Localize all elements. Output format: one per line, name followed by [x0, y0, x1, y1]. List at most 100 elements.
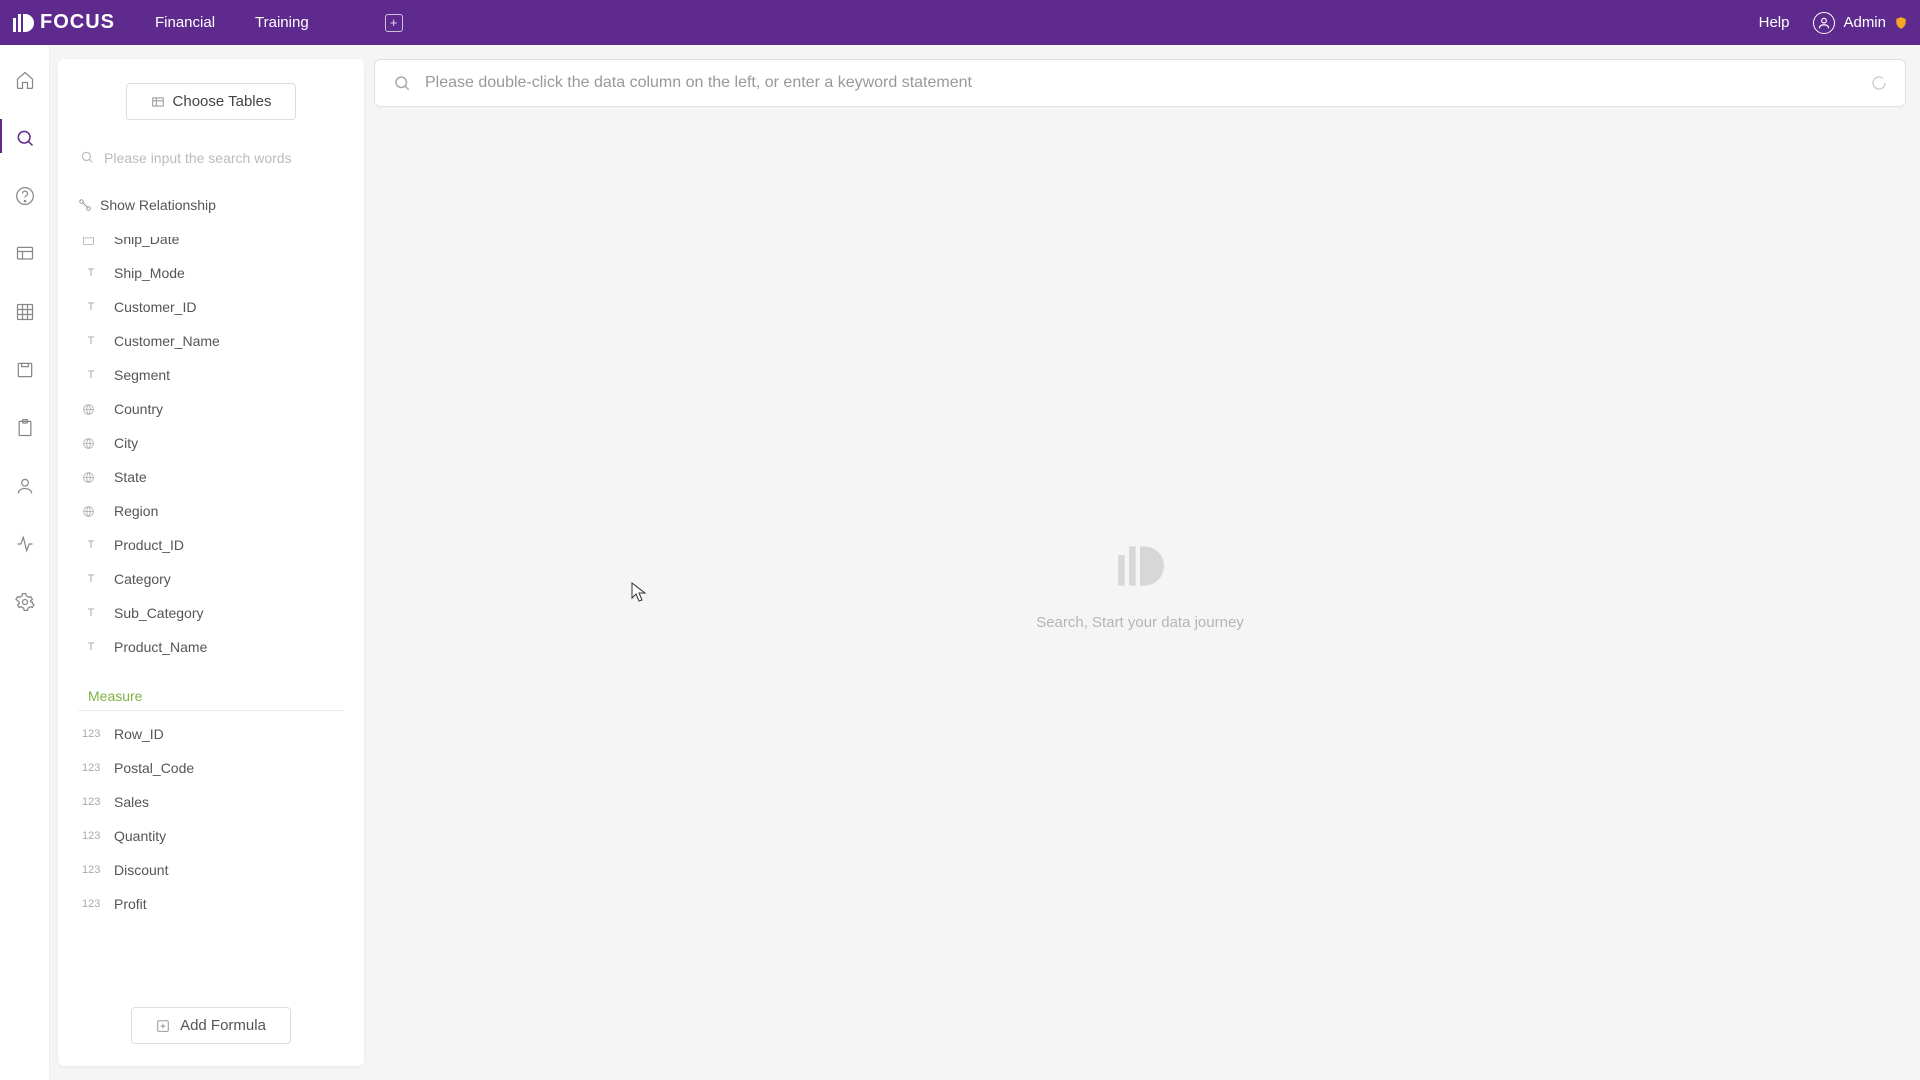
- column-name: Segment: [114, 367, 170, 383]
- num-type-icon: 123: [82, 898, 100, 910]
- text-type-icon: T: [82, 573, 100, 585]
- column-name: Product_Name: [114, 639, 207, 655]
- add-tab-button[interactable]: +: [385, 14, 403, 32]
- dimension-item[interactable]: T Customer_Name: [72, 324, 350, 358]
- text-type-icon: T: [82, 335, 100, 347]
- user-name: Admin: [1843, 14, 1886, 31]
- column-name: State: [114, 469, 147, 485]
- choose-tables-button[interactable]: Choose Tables: [126, 83, 297, 120]
- column-name: Country: [114, 401, 163, 417]
- dimension-item[interactable]: City: [72, 426, 350, 460]
- measure-item[interactable]: 123 Quantity: [72, 819, 350, 853]
- text-type-icon: T: [82, 641, 100, 653]
- measure-item[interactable]: 123 Postal_Code: [72, 751, 350, 785]
- column-name: Ship_Date: [114, 237, 179, 247]
- column-name: Profit: [114, 896, 147, 912]
- num-type-icon: 123: [82, 762, 100, 774]
- add-formula-button[interactable]: Add Formula: [131, 1007, 291, 1044]
- column-name: Product_ID: [114, 537, 184, 553]
- column-name: Sales: [114, 794, 149, 810]
- num-type-icon: 123: [82, 796, 100, 808]
- measure-item[interactable]: 123 Profit: [72, 887, 350, 921]
- column-name: Customer_ID: [114, 299, 196, 315]
- table-icon: [151, 95, 165, 109]
- column-name: Row_ID: [114, 726, 164, 742]
- relationship-icon: [78, 198, 92, 212]
- nav-grid-icon[interactable]: [14, 301, 36, 323]
- column-name: City: [114, 435, 138, 451]
- num-type-icon: 123: [82, 728, 100, 740]
- plus-square-icon: [156, 1019, 170, 1033]
- choose-tables-label: Choose Tables: [173, 93, 272, 110]
- user-menu[interactable]: Admin: [1813, 12, 1908, 34]
- nav-archive-icon[interactable]: [14, 359, 36, 381]
- canvas-empty: Search, Start your data journey: [374, 107, 1906, 1066]
- help-link[interactable]: Help: [1759, 14, 1790, 31]
- search-icon: [80, 150, 94, 164]
- num-type-icon: 123: [82, 864, 100, 876]
- body: Choose Tables Show Relationship Ship_Dat…: [0, 45, 1920, 1080]
- topbar-right: Help Admin: [1759, 12, 1908, 34]
- brand-name: FOCUS: [40, 11, 115, 34]
- shield-icon: [1894, 16, 1908, 30]
- column-name: Category: [114, 571, 171, 587]
- iconbar: [0, 45, 50, 1080]
- nav-home-icon[interactable]: [14, 69, 36, 91]
- dimension-item[interactable]: Country: [72, 392, 350, 426]
- column-name: Region: [114, 503, 158, 519]
- dimension-item[interactable]: Ship_Date: [72, 237, 350, 256]
- geo-type-icon: [82, 403, 100, 416]
- empty-state-text: Search, Start your data journey: [1036, 614, 1244, 631]
- loading-icon: [1871, 75, 1887, 91]
- dimension-item[interactable]: T Ship_Mode: [72, 256, 350, 290]
- search-icon: [393, 74, 411, 92]
- dimension-item[interactable]: T Category: [72, 562, 350, 596]
- brand-logo: FOCUS: [12, 11, 115, 34]
- measure-item[interactable]: 123 Discount: [72, 853, 350, 887]
- topbar: FOCUS Financial Training + Help Admin: [0, 0, 1920, 45]
- nav-dashboard-icon[interactable]: [14, 243, 36, 265]
- topnav: Financial Training +: [155, 14, 403, 32]
- add-formula-label: Add Formula: [180, 1017, 266, 1034]
- measure-section-header: Measure: [78, 670, 344, 711]
- logo-watermark-icon: [1116, 542, 1164, 590]
- dimension-item[interactable]: TSub_Category: [72, 596, 350, 630]
- dimension-item[interactable]: State: [72, 460, 350, 494]
- num-type-icon: 123: [82, 830, 100, 842]
- measure-item[interactable]: 123 Sales: [72, 785, 350, 819]
- topnav-item-financial[interactable]: Financial: [155, 14, 215, 32]
- column-name: Ship_Mode: [114, 265, 185, 281]
- geo-type-icon: [82, 505, 100, 518]
- sidepanel-search-input[interactable]: [78, 144, 344, 173]
- text-type-icon: T: [82, 267, 100, 279]
- nav-settings-icon[interactable]: [14, 591, 36, 613]
- nav-user-icon[interactable]: [14, 475, 36, 497]
- column-name: Discount: [114, 862, 168, 878]
- main: Search, Start your data journey: [372, 45, 1920, 1080]
- dimension-item[interactable]: Region: [72, 494, 350, 528]
- column-name: Quantity: [114, 828, 166, 844]
- dimension-item[interactable]: T Customer_ID: [72, 290, 350, 324]
- column-name: Customer_Name: [114, 333, 220, 349]
- text-type-icon: T: [82, 607, 100, 619]
- dimension-item[interactable]: T Product_Name: [72, 630, 350, 664]
- date-type-icon: [82, 237, 100, 246]
- relationship-label: Show Relationship: [100, 197, 216, 213]
- dimension-item[interactable]: TSegment: [72, 358, 350, 392]
- query-input[interactable]: [425, 74, 1857, 92]
- column-name: Postal_Code: [114, 760, 194, 776]
- show-relationship-toggle[interactable]: Show Relationship: [78, 197, 344, 225]
- geo-type-icon: [82, 437, 100, 450]
- topnav-item-training[interactable]: Training: [255, 14, 309, 32]
- sidepanel: Choose Tables Show Relationship Ship_Dat…: [58, 59, 364, 1066]
- dimension-item[interactable]: TProduct_ID: [72, 528, 350, 562]
- nav-activity-icon[interactable]: [14, 533, 36, 555]
- nav-help-icon[interactable]: [14, 185, 36, 207]
- measure-item[interactable]: 123 Row_ID: [72, 717, 350, 751]
- logo-icon: [12, 12, 34, 34]
- nav-clipboard-icon[interactable]: [14, 417, 36, 439]
- text-type-icon: T: [82, 301, 100, 313]
- geo-type-icon: [82, 471, 100, 484]
- sidepanel-search: [78, 144, 344, 173]
- nav-search-icon[interactable]: [14, 127, 36, 149]
